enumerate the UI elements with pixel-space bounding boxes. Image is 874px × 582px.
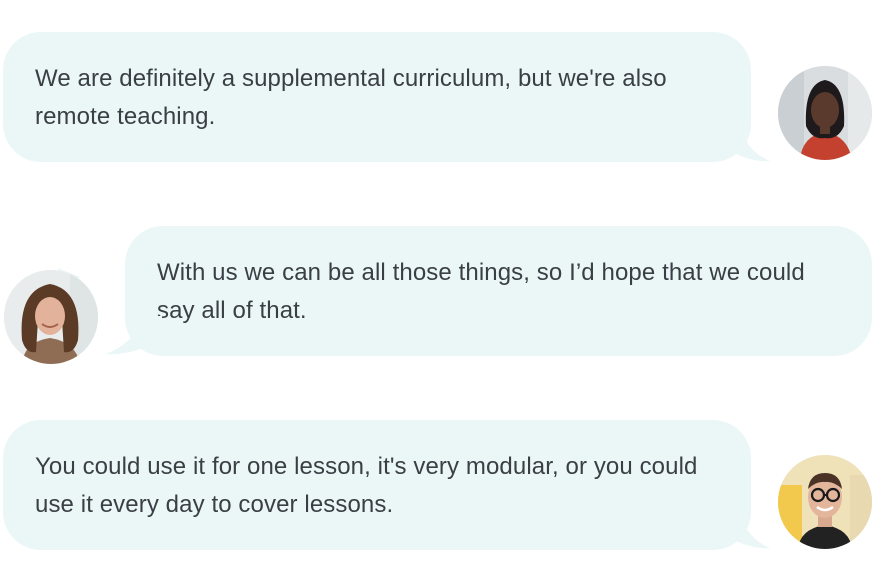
chat-bubble-1: We are definitely a supplemental curricu…: [3, 32, 751, 162]
woman-avatar-icon: [4, 270, 98, 364]
message-text-2: With us we can be all those things, so I…: [157, 259, 805, 324]
message-text-3: You could use it for one lesson, it's ve…: [35, 453, 698, 518]
avatar-speaker-3: [778, 455, 872, 549]
avatar-speaker-1: [778, 66, 872, 160]
chat-bubble-2: With us we can be all those things, so I…: [125, 226, 872, 356]
message-text-1: We are definitely a supplemental curricu…: [35, 65, 667, 130]
chat-bubble-3: You could use it for one lesson, it's ve…: [3, 420, 751, 550]
avatar-speaker-2: [4, 270, 98, 364]
woman-avatar-icon: [778, 66, 872, 160]
man-avatar-icon: [778, 455, 872, 549]
